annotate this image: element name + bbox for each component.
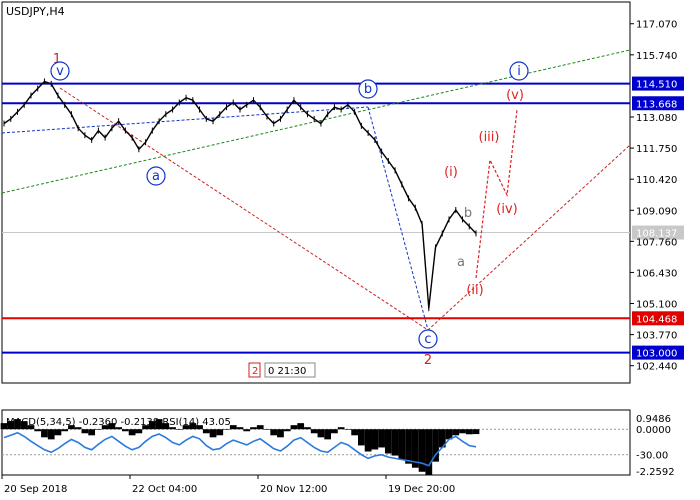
price-level-label: 113.668	[636, 99, 677, 110]
chart-title: USDJPY,H4	[6, 5, 65, 18]
macd-histogram-bar	[209, 429, 217, 438]
macd-histogram-bar	[41, 429, 48, 438]
macd-histogram-bar	[465, 429, 473, 435]
price-axis-tick-label: 111.750	[636, 144, 677, 155]
price-axis-tick-label: 110.420	[636, 175, 677, 186]
macd-histogram-bar	[250, 427, 257, 430]
macd-histogram-bar	[344, 429, 352, 430]
indicator-axis-tick-label: 0.9486	[636, 414, 671, 425]
macd-histogram-bar	[358, 429, 365, 446]
price-axis-tick-label: 105.100	[636, 300, 677, 311]
macd-histogram-bar	[283, 429, 291, 432]
price-axis-tick-label: 103.770	[636, 331, 677, 342]
macd-histogram-bar	[331, 429, 338, 434]
time-axis-tick-label: 22 Oct 04:00	[132, 484, 197, 495]
macd-histogram-bar	[472, 429, 480, 435]
wave-label: 2	[424, 353, 432, 368]
macd-histogram-bar	[54, 429, 62, 436]
macd-histogram-bar	[384, 429, 392, 454]
main-plot-frame	[1, 1, 631, 384]
macd-histogram-bar	[337, 427, 345, 430]
price-level-label: 114.510	[636, 80, 677, 91]
period-box-left: 2	[252, 366, 258, 377]
macd-histogram-bar	[425, 429, 433, 476]
macd-histogram-bar	[304, 427, 311, 430]
macd-histogram-bar	[216, 429, 224, 436]
price-axis-tick-label: 107.760	[636, 237, 677, 248]
macd-histogram-bar	[459, 429, 466, 434]
macd-histogram-bar	[81, 429, 89, 434]
wave-label: a	[152, 169, 160, 184]
macd-histogram-bar	[263, 429, 271, 430]
macd-histogram-bar	[175, 429, 183, 430]
macd-histogram-bar	[418, 429, 426, 472]
macd-histogram-bar	[202, 429, 210, 434]
price-axis-tick-label: 113.080	[636, 113, 677, 124]
macd-histogram-bar	[452, 429, 460, 436]
macd-histogram-bar	[95, 429, 102, 430]
time-axis-tick-label: 19 Dec 20:00	[388, 484, 455, 495]
macd-histogram-bar	[122, 429, 129, 432]
macd-histogram-bar	[405, 429, 412, 464]
macd-histogram-bar	[432, 429, 439, 462]
macd-histogram-bar	[324, 429, 332, 440]
macd-histogram-bar	[256, 425, 264, 430]
period-box: 2 0 21:30	[248, 362, 316, 378]
indicator-title: MACD(5,34,5) -0.2360 -0.2138 RSI(14) 43.…	[6, 417, 231, 428]
macd-histogram-bar	[290, 425, 298, 430]
macd-histogram-bar	[310, 429, 318, 434]
time-axis: 20 Sep 2018 22 Oct 04:00 20 Nov 12:00 19 De…	[1, 475, 455, 495]
macd-histogram-bar	[317, 429, 325, 438]
macd-histogram-bar	[277, 429, 284, 438]
period-box-right: 0 21:30	[268, 366, 306, 377]
wave-label: (iv)	[496, 202, 517, 217]
macd-histogram-bar	[47, 429, 55, 440]
wave-label: (ii)	[466, 283, 483, 298]
macd-histogram-bar	[61, 429, 69, 432]
wave-label: (iii)	[479, 130, 500, 145]
wave-label: a	[457, 255, 465, 270]
wave-label: b	[364, 82, 372, 97]
price-axis-tick-label: 102.440	[636, 362, 677, 373]
macd-histogram-bar	[236, 427, 244, 430]
price-axis-tick-label: 117.070	[636, 20, 677, 31]
macd-histogram-bar	[297, 423, 305, 430]
price-axis-tick-label: 115.740	[636, 51, 677, 62]
chart-svg: 114.510113.668104.468103.000108.137 1vab…	[0, 1, 684, 495]
macd-histogram-bar	[391, 429, 399, 456]
wave-label: c	[424, 332, 431, 347]
macd-histogram-bar	[88, 429, 96, 436]
wave-label: (i)	[444, 165, 458, 180]
macd-histogram-bar	[270, 429, 278, 436]
wave-label: b	[464, 206, 472, 221]
macd-histogram-bar	[135, 429, 143, 434]
macd-histogram-bar	[243, 429, 251, 432]
time-axis-tick-label: 20 Nov 12:00	[260, 484, 327, 495]
wave-label: i	[517, 64, 521, 79]
macd-histogram-bar	[378, 429, 385, 448]
wave-label: (v)	[506, 88, 524, 103]
price-axis-tick-label: 106.430	[636, 268, 677, 279]
macd-histogram-bar	[398, 429, 406, 460]
price-level-label: 103.000	[636, 349, 677, 360]
macd-histogram-bar	[223, 429, 230, 430]
indicator-axis-tick-label: -2.2592	[636, 467, 675, 478]
macd-histogram-bar	[34, 429, 42, 432]
macd-histogram-bar	[364, 429, 372, 452]
macd-histogram-bar	[351, 429, 358, 436]
wave-label: v	[56, 64, 64, 79]
indicator-axis-tick-label: 0.0000	[636, 425, 671, 436]
price-level-label: 104.468	[636, 314, 677, 325]
macd-histogram-bar	[371, 429, 379, 450]
time-axis-tick-label: 20 Sep 2018	[4, 484, 67, 495]
macd-histogram-bar	[128, 429, 136, 436]
price-axis-tick-label: 109.090	[636, 206, 677, 217]
indicator-axis-tick-label: -30.00	[636, 451, 668, 462]
